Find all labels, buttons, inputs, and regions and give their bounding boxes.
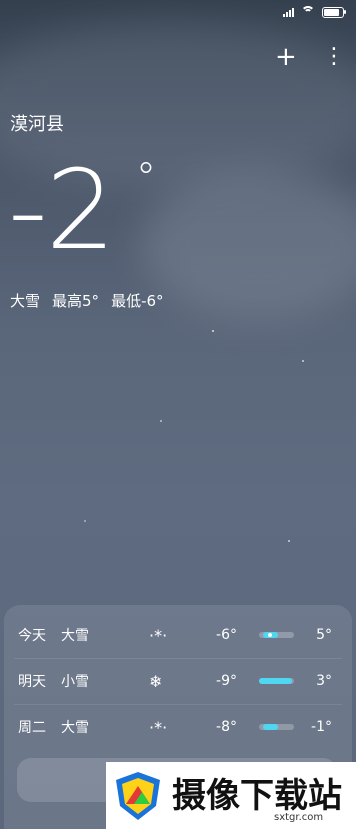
temp-range-bar (259, 632, 294, 638)
forecast-row[interactable]: 今天 大雪 ·*· -6° 5° (4, 612, 352, 658)
forecast-row[interactable]: 明天 小雪 ❄ -9° 3° (4, 658, 352, 704)
forecast-high: 5° (316, 627, 332, 643)
forecast-desc: 大雪 (61, 720, 89, 736)
watermark-banner: 摄像下载站 sxtgr.com (106, 762, 356, 829)
high-temp: 最高5° (52, 292, 100, 310)
temperature: -2 (8, 146, 116, 274)
temp-range-fill (259, 678, 293, 684)
forecast-high: 3° (316, 673, 332, 689)
wifi-icon (300, 6, 316, 18)
forecast-desc: 大雪 (61, 628, 89, 644)
heavy-snow-icon: ·*· (149, 717, 168, 737)
forecast-low: -6° (216, 627, 237, 643)
watermark-title: 摄像下载站 (172, 775, 342, 816)
condition-text: 大雪 (10, 292, 41, 310)
heavy-snow-icon: ·*· (149, 625, 168, 645)
forecast-high: -1° (311, 719, 332, 735)
add-city-button[interactable]: + (275, 44, 297, 70)
condition-line: 大雪 最高5° 最低-6° (10, 290, 164, 311)
watermark-site: sxtgr.com (274, 812, 324, 823)
forecast-row[interactable]: 周二 大雪 ·*· -8° -1° (4, 704, 352, 750)
shield-logo-icon (116, 771, 160, 820)
temp-range-bar (259, 678, 294, 684)
status-bar (283, 6, 346, 18)
temp-range-bar (259, 724, 294, 730)
forecast-day: 明天 (18, 674, 46, 690)
signal-icon (283, 7, 294, 17)
current-temp-dot (267, 633, 272, 637)
degree-symbol: ° (136, 155, 156, 201)
forecast-day: 今天 (18, 628, 46, 644)
temp-range-fill (263, 724, 279, 730)
forecast-desc: 小雪 (61, 674, 89, 690)
forecast-low: -8° (216, 719, 237, 735)
city-name: 漠河县 (10, 114, 64, 135)
battery-icon (322, 6, 346, 18)
more-options-button[interactable]: ⋮ (323, 44, 345, 70)
forecast-day: 周二 (18, 720, 46, 736)
forecast-low: -9° (216, 673, 237, 689)
snowflake-icon: ❄ (149, 671, 163, 691)
low-temp: 最低-6° (111, 292, 164, 310)
cloud-bg (140, 170, 356, 320)
